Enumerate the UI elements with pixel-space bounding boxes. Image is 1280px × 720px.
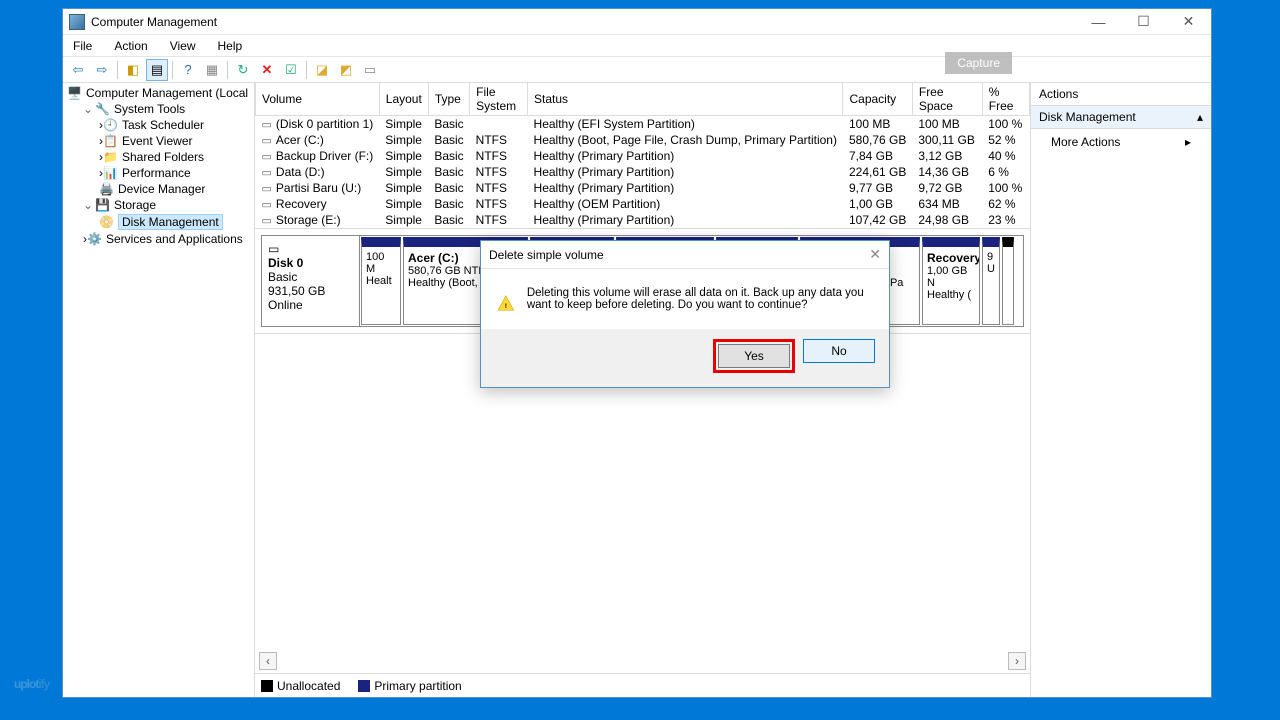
check-icon[interactable]: ☑ bbox=[280, 59, 302, 81]
actions-panel: Actions Disk Management▴ More Actions▸ bbox=[1031, 83, 1211, 697]
table-row[interactable]: (Disk 0 partition 1)SimpleBasicHealthy (… bbox=[256, 116, 1030, 133]
col-header[interactable]: Free Space bbox=[912, 83, 982, 116]
col-header[interactable]: Status bbox=[528, 83, 843, 116]
nav-tree[interactable]: 🖥️Computer Management (Local ⌄🔧System To… bbox=[63, 83, 255, 697]
tree-event-viewer[interactable]: ›📋Event Viewer bbox=[99, 133, 254, 149]
col-header[interactable]: File System bbox=[470, 83, 528, 116]
dialog-message: Deleting this volume will erase all data… bbox=[527, 287, 873, 319]
minimize-button[interactable]: — bbox=[1076, 9, 1121, 35]
menu-action[interactable]: Action bbox=[110, 37, 151, 55]
tree-shared-folders[interactable]: ›📁Shared Folders bbox=[99, 149, 254, 165]
tree-system-tools[interactable]: ⌄🔧System Tools bbox=[83, 101, 254, 117]
main-panel: VolumeLayoutTypeFile SystemStatusCapacit… bbox=[255, 83, 1031, 697]
table-row[interactable]: RecoverySimpleBasicNTFSHealthy (OEM Part… bbox=[256, 196, 1030, 212]
actions-header: Actions bbox=[1031, 83, 1211, 106]
warning-icon: ! bbox=[497, 287, 515, 319]
tree-root[interactable]: 🖥️Computer Management (Local bbox=[67, 85, 254, 101]
col-header[interactable]: Capacity bbox=[843, 83, 912, 116]
tree-disk-management[interactable]: 📀Disk Management bbox=[99, 213, 254, 231]
delete-icon[interactable]: ✕ bbox=[256, 59, 278, 81]
menu-help[interactable]: Help bbox=[214, 37, 247, 55]
menu-view[interactable]: View bbox=[166, 37, 200, 55]
tool-icon-1[interactable]: ◧ bbox=[122, 59, 144, 81]
partition-block[interactable]: 100 MHealt bbox=[361, 237, 401, 325]
chevron-right-icon: ▸ bbox=[1185, 135, 1191, 149]
close-button[interactable]: ✕ bbox=[1166, 9, 1211, 35]
table-row[interactable]: Data (D:)SimpleBasicNTFSHealthy (Primary… bbox=[256, 164, 1030, 180]
yes-highlight: Yes bbox=[713, 339, 795, 373]
tree-services[interactable]: ›⚙️Services and Applications bbox=[83, 231, 254, 247]
dialog-title: Delete simple volume bbox=[489, 248, 604, 262]
legend-primary: Primary partition bbox=[374, 679, 461, 693]
tree-performance[interactable]: ›📊Performance bbox=[99, 165, 254, 181]
tree-device-manager[interactable]: 🖨️Device Manager bbox=[99, 181, 254, 197]
table-row[interactable]: Storage (E:)SimpleBasicNTFSHealthy (Prim… bbox=[256, 212, 1030, 228]
table-row[interactable]: Acer (C:)SimpleBasicNTFSHealthy (Boot, P… bbox=[256, 132, 1030, 148]
tool-icon-3[interactable]: ▦ bbox=[201, 59, 223, 81]
col-header[interactable]: Layout bbox=[379, 83, 428, 116]
menu-file[interactable]: File bbox=[69, 37, 96, 55]
table-row[interactable]: Backup Driver (F:)SimpleBasicNTFSHealthy… bbox=[256, 148, 1030, 164]
window-title: Computer Management bbox=[91, 15, 1076, 29]
delete-volume-dialog: Delete simple volume ✕ ! Deleting this v… bbox=[480, 240, 890, 388]
back-icon[interactable]: ⇦ bbox=[67, 59, 89, 81]
scroll-right-icon[interactable]: › bbox=[1008, 652, 1026, 670]
dialog-close-icon[interactable]: ✕ bbox=[869, 246, 881, 263]
maximize-button[interactable]: ☐ bbox=[1121, 9, 1166, 35]
no-button[interactable]: No bbox=[803, 339, 875, 363]
table-row[interactable]: Partisi Baru (U:)SimpleBasicNTFSHealthy … bbox=[256, 180, 1030, 196]
toolbar: ⇦ ⇨ ◧ ▤ ? ▦ ↻ ✕ ☑ ◪ ◩ ▭ bbox=[63, 57, 1211, 83]
tool-icon-2[interactable]: ▤ bbox=[146, 59, 168, 81]
capture-badge: Capture bbox=[945, 52, 1012, 74]
svg-text:!: ! bbox=[505, 303, 507, 310]
menubar: File Action View Help bbox=[63, 35, 1211, 57]
forward-icon[interactable]: ⇨ bbox=[91, 59, 113, 81]
col-header[interactable]: Type bbox=[428, 83, 469, 116]
partition-block[interactable]: 9U bbox=[982, 237, 1000, 325]
tree-storage[interactable]: ⌄💾Storage bbox=[83, 197, 254, 213]
partition-block[interactable]: Recovery1,00 GB NHealthy ( bbox=[922, 237, 980, 325]
col-header[interactable]: Volume bbox=[256, 83, 380, 116]
tool-icon-6[interactable]: ▭ bbox=[359, 59, 381, 81]
partition-block[interactable] bbox=[1002, 237, 1014, 325]
actions-more[interactable]: More Actions▸ bbox=[1031, 129, 1211, 155]
titlebar: Computer Management — ☐ ✕ bbox=[63, 9, 1211, 35]
volume-table[interactable]: VolumeLayoutTypeFile SystemStatusCapacit… bbox=[255, 83, 1030, 229]
col-header[interactable]: % Free bbox=[982, 83, 1029, 116]
tool-icon-4[interactable]: ◪ bbox=[311, 59, 333, 81]
legend: ‹ › Unallocated Primary partition bbox=[255, 673, 1030, 697]
dialog-titlebar: Delete simple volume ✕ bbox=[481, 241, 889, 269]
help-icon[interactable]: ? bbox=[177, 59, 199, 81]
scroll-left-icon[interactable]: ‹ bbox=[259, 652, 277, 670]
tool-icon-5[interactable]: ◩ bbox=[335, 59, 357, 81]
app-icon bbox=[69, 14, 85, 30]
disk-label[interactable]: ▭ Disk 0 Basic 931,50 GB Online bbox=[262, 236, 360, 326]
collapse-icon[interactable]: ▴ bbox=[1197, 110, 1203, 124]
actions-section[interactable]: Disk Management▴ bbox=[1031, 106, 1211, 129]
legend-unallocated: Unallocated bbox=[277, 679, 340, 693]
tree-task-scheduler[interactable]: ›🕘Task Scheduler bbox=[99, 117, 254, 133]
yes-button[interactable]: Yes bbox=[718, 344, 790, 368]
watermark: uplotify bbox=[14, 655, 49, 698]
refresh-icon[interactable]: ↻ bbox=[232, 59, 254, 81]
